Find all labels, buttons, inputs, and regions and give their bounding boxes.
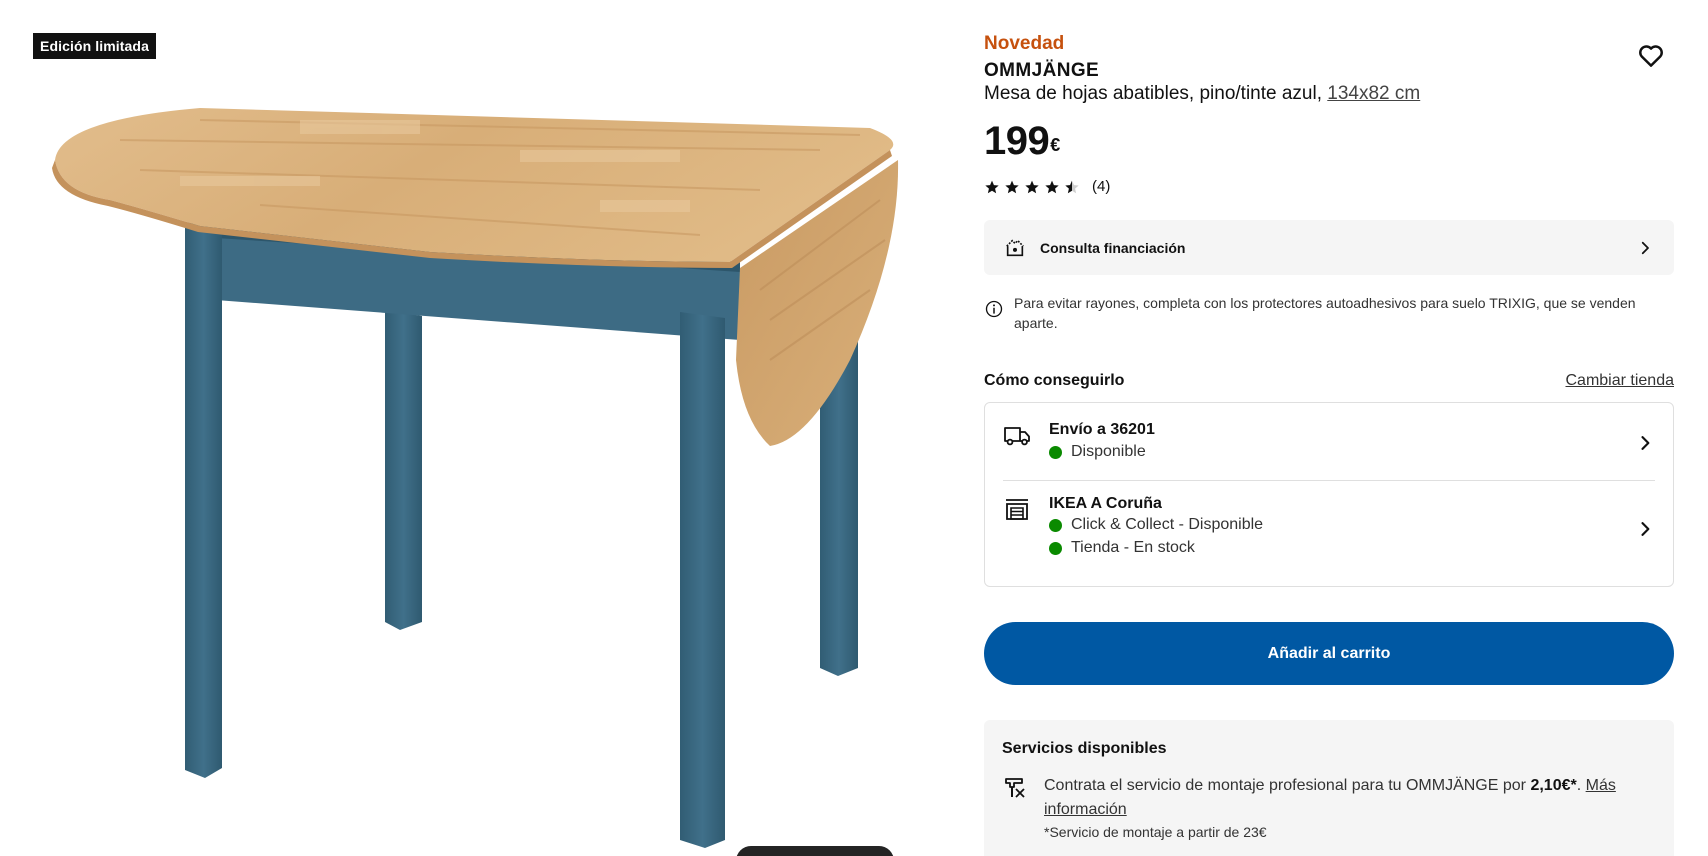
services-period: . <box>1576 777 1582 794</box>
limited-edition-badge: Edición limitada <box>33 33 156 59</box>
store-collect-status: Click & Collect - Disponible <box>1049 516 1263 534</box>
rating-count: (4) <box>1092 178 1111 195</box>
store-collect-text: Click & Collect - Disponible <box>1071 516 1264 533</box>
status-dot <box>1049 445 1062 459</box>
delivery-status: Disponible <box>1049 443 1146 461</box>
status-dot <box>1049 518 1062 532</box>
delivery-row[interactable]: Envío a 36201 Disponible <box>1003 421 1655 471</box>
how-to-get-title: Cómo conseguirlo <box>984 372 1125 389</box>
store-stock-status: Tienda - En stock <box>1049 539 1195 557</box>
services-title: Servicios disponibles <box>1002 740 1167 757</box>
product-measure-link[interactable]: 134x82 cm <box>1327 83 1420 104</box>
store-row[interactable]: IKEA A Coruña Click & Collect - Disponib… <box>1003 495 1655 571</box>
services-text: Contrata el servicio de montaje profesio… <box>1044 774 1654 822</box>
financing-icon <box>1006 238 1024 256</box>
financing-button[interactable]: Consulta financiación <box>984 220 1674 275</box>
product-image[interactable] <box>0 0 960 856</box>
product-description-text: Mesa de hojas abatibles, pino/tinte azul… <box>984 83 1322 104</box>
star-icon <box>1045 180 1059 193</box>
price-value: 199 <box>984 119 1050 163</box>
image-scroll-indicator[interactable] <box>736 846 894 856</box>
product-description: Mesa de hojas abatibles, pino/tinte azul… <box>984 83 1420 105</box>
chevron-right-icon <box>1641 241 1649 254</box>
price-currency: € <box>1050 135 1060 155</box>
product-price: 199€ <box>984 117 1060 165</box>
heart-icon[interactable] <box>1636 40 1666 70</box>
delivery-status-text: Disponible <box>1071 443 1146 460</box>
store-icon <box>1006 499 1028 520</box>
store-title: IKEA A Coruña <box>1049 495 1162 512</box>
product-rating[interactable]: (4) <box>984 178 1110 195</box>
trixig-notice: Para evitar rayones, completa con los pr… <box>984 293 1674 333</box>
status-dot <box>1049 541 1062 555</box>
divider <box>1003 480 1655 481</box>
product-buy-module: Novedad OMMJÄNGE Mesa de hojas abatibles… <box>984 0 1674 856</box>
chevron-right-icon <box>1641 522 1650 536</box>
services-text-prefix: Contrata el servicio de montaje profesio… <box>1044 777 1526 794</box>
star-icon <box>1005 180 1019 193</box>
services-panel: Servicios disponibles Contrata el servic… <box>984 720 1674 856</box>
services-note: *Servicio de montaje a partir de 23€ <box>1044 824 1267 840</box>
services-price: 2,10€* <box>1530 777 1577 794</box>
financing-label: Consulta financiación <box>1040 239 1186 256</box>
truck-icon <box>1004 427 1030 446</box>
add-to-cart-button[interactable]: Añadir al carrito <box>984 622 1674 685</box>
change-store-link[interactable]: Cambiar tienda <box>1566 372 1675 390</box>
product-media[interactable]: Edición limitada <box>0 0 960 856</box>
availability-box: Envío a 36201 Disponible IKEA A Coruña C… <box>984 402 1674 587</box>
delivery-title: Envío a 36201 <box>1049 421 1155 438</box>
product-name: OMMJÄNGE <box>984 60 1100 81</box>
chevron-right-icon <box>1641 436 1650 450</box>
assembly-icon <box>1005 778 1025 798</box>
half-star-icon <box>1065 180 1079 193</box>
notice-text: Para evitar rayones, completa con los pr… <box>1014 295 1636 331</box>
store-stock-text: Tienda - En stock <box>1071 539 1195 556</box>
info-icon <box>985 300 1003 318</box>
novelty-label: Novedad <box>984 33 1065 54</box>
star-icon <box>1025 180 1039 193</box>
star-icon <box>985 180 999 193</box>
